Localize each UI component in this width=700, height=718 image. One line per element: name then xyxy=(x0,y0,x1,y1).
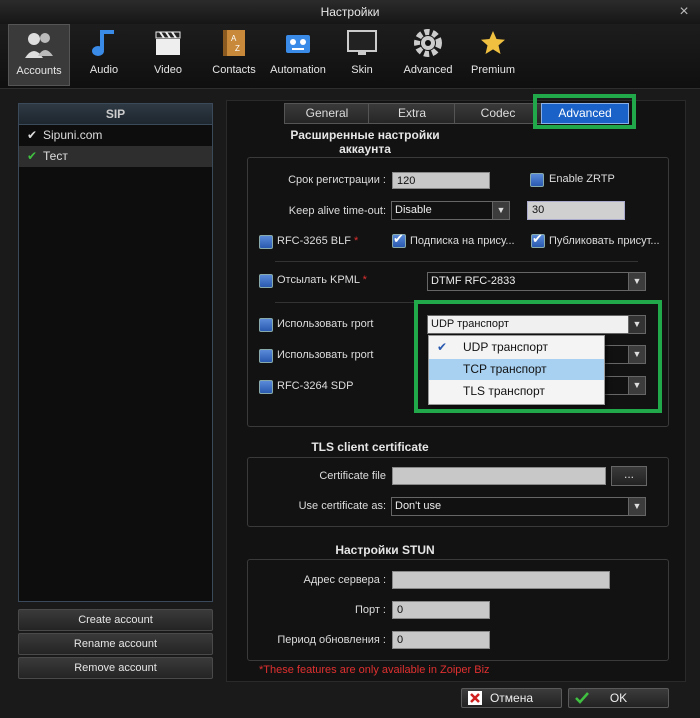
create-account-button[interactable]: Create account xyxy=(18,609,213,631)
kpml-label: Отсылать KPML * xyxy=(277,274,367,286)
stun-port-label: Порт : xyxy=(354,604,386,616)
toolbar-video[interactable]: Video xyxy=(138,24,198,84)
tab-extra[interactable]: Extra xyxy=(368,103,456,124)
blf-checkbox[interactable] xyxy=(259,235,273,249)
chevron-down-icon: ▼ xyxy=(628,273,645,290)
keepalive-seconds-field[interactable]: 30 xyxy=(527,201,625,220)
kpml-checkbox[interactable] xyxy=(259,274,273,288)
accounts-icon xyxy=(25,33,53,58)
dtmf-select[interactable]: DTMF RFC-2833 ▼ xyxy=(427,272,646,291)
close-icon[interactable]: × xyxy=(676,4,692,20)
dtmf-value: DTMF RFC-2833 xyxy=(431,275,516,287)
zrtp-checkbox[interactable] xyxy=(530,173,544,187)
browse-button[interactable]: ... xyxy=(611,466,647,486)
use-cert-value: Don't use xyxy=(395,500,442,512)
title-bar: Настройки xyxy=(0,0,700,24)
sdp-checkbox[interactable] xyxy=(259,380,273,394)
toolbar-advanced[interactable]: Advanced xyxy=(398,24,458,84)
chevron-down-icon: ▼ xyxy=(492,202,509,219)
rport1-checkbox[interactable] xyxy=(259,318,273,332)
tls-heading: TLS client certificate xyxy=(311,440,429,454)
registration-label: Срок регистрации : xyxy=(288,174,386,186)
stun-server-label: Адрес сервера : xyxy=(303,574,386,586)
biz-features-note: *These features are only available in Zo… xyxy=(259,664,490,676)
account-item-sipuni[interactable]: ✔ Sipuni.com xyxy=(19,125,212,146)
remove-account-button[interactable]: Remove account xyxy=(18,657,213,679)
toolbar-contacts[interactable]: A Z Contacts xyxy=(204,24,264,84)
account-item-test[interactable]: ✔ Тест xyxy=(19,146,212,167)
cancel-button[interactable]: Отмена xyxy=(461,688,562,708)
publish-checkbox[interactable] xyxy=(531,231,545,248)
blf-label: RFC-3265 BLF * xyxy=(277,235,359,247)
keepalive-select[interactable]: Disable ▼ xyxy=(391,201,510,220)
rename-account-button[interactable]: Rename account xyxy=(18,633,213,655)
sip-header: SIP xyxy=(19,104,212,125)
account-name: Тест xyxy=(43,149,68,163)
account-list: SIP ✔ Sipuni.com ✔ Тест xyxy=(18,103,213,602)
toolbar-audio[interactable]: Audio xyxy=(74,24,134,84)
divider xyxy=(275,261,638,262)
highlight-box-tab xyxy=(533,94,636,129)
checkmark-icon: ✔ xyxy=(27,149,38,163)
rport2-label: Использовать rport xyxy=(277,349,374,361)
rport1-label: Использовать rport xyxy=(277,318,374,330)
subscribe-checkbox[interactable] xyxy=(392,231,406,248)
advanced-heading: Расширенные настройки аккаунта xyxy=(290,128,440,156)
use-cert-label: Use certificate as: xyxy=(298,500,386,512)
registration-field[interactable]: 120 xyxy=(392,172,490,189)
sdp-label: RFC-3264 SDP xyxy=(277,380,354,392)
svg-text:Z: Z xyxy=(235,44,240,53)
highlight-box-transport xyxy=(414,300,662,413)
clapperboard-icon xyxy=(155,31,181,55)
toolbar: Accounts Audio Video A Z Contacts Automa… xyxy=(0,24,700,89)
cert-file-field[interactable] xyxy=(392,467,606,485)
cert-file-label: Certificate file xyxy=(319,470,386,482)
robot-icon xyxy=(286,35,310,53)
stun-heading: Настройки STUN xyxy=(335,543,435,557)
keepalive-value: Disable xyxy=(395,204,432,216)
toolbar-skin[interactable]: Skin xyxy=(332,24,392,84)
ok-button[interactable]: OK xyxy=(568,688,669,708)
toolbar-premium[interactable]: Premium xyxy=(463,24,523,84)
use-cert-select[interactable]: Don't use ▼ xyxy=(391,497,646,516)
toolbar-accounts[interactable]: Accounts xyxy=(8,24,70,86)
address-book-icon: A Z xyxy=(223,30,245,56)
monitor-icon xyxy=(347,30,377,55)
rport2-checkbox[interactable] xyxy=(259,349,273,363)
svg-text:A: A xyxy=(231,34,237,43)
checkmark-icon: ✔ xyxy=(27,128,38,142)
stun-refresh-field[interactable]: 0 xyxy=(392,631,490,649)
stun-refresh-label: Период обновления : xyxy=(277,634,386,646)
chevron-down-icon: ▼ xyxy=(628,498,645,515)
gear-icon xyxy=(414,29,442,57)
music-note-icon xyxy=(92,30,114,56)
tab-codec[interactable]: Codec xyxy=(454,103,542,124)
tab-general[interactable]: General xyxy=(284,103,370,124)
account-name: Sipuni.com xyxy=(43,128,103,142)
publish-label: Публиковать присут... xyxy=(549,235,660,247)
keepalive-label: Keep alive time-out: xyxy=(288,205,386,217)
stun-port-field[interactable]: 0 xyxy=(392,601,490,619)
toolbar-automation[interactable]: Automation xyxy=(268,24,328,84)
subscribe-label: Подписка на прису... xyxy=(410,235,515,247)
window-title: Настройки xyxy=(320,5,380,19)
zrtp-label: Enable ZRTP xyxy=(549,173,615,185)
star-icon xyxy=(481,31,505,54)
stun-server-field[interactable] xyxy=(392,571,610,589)
